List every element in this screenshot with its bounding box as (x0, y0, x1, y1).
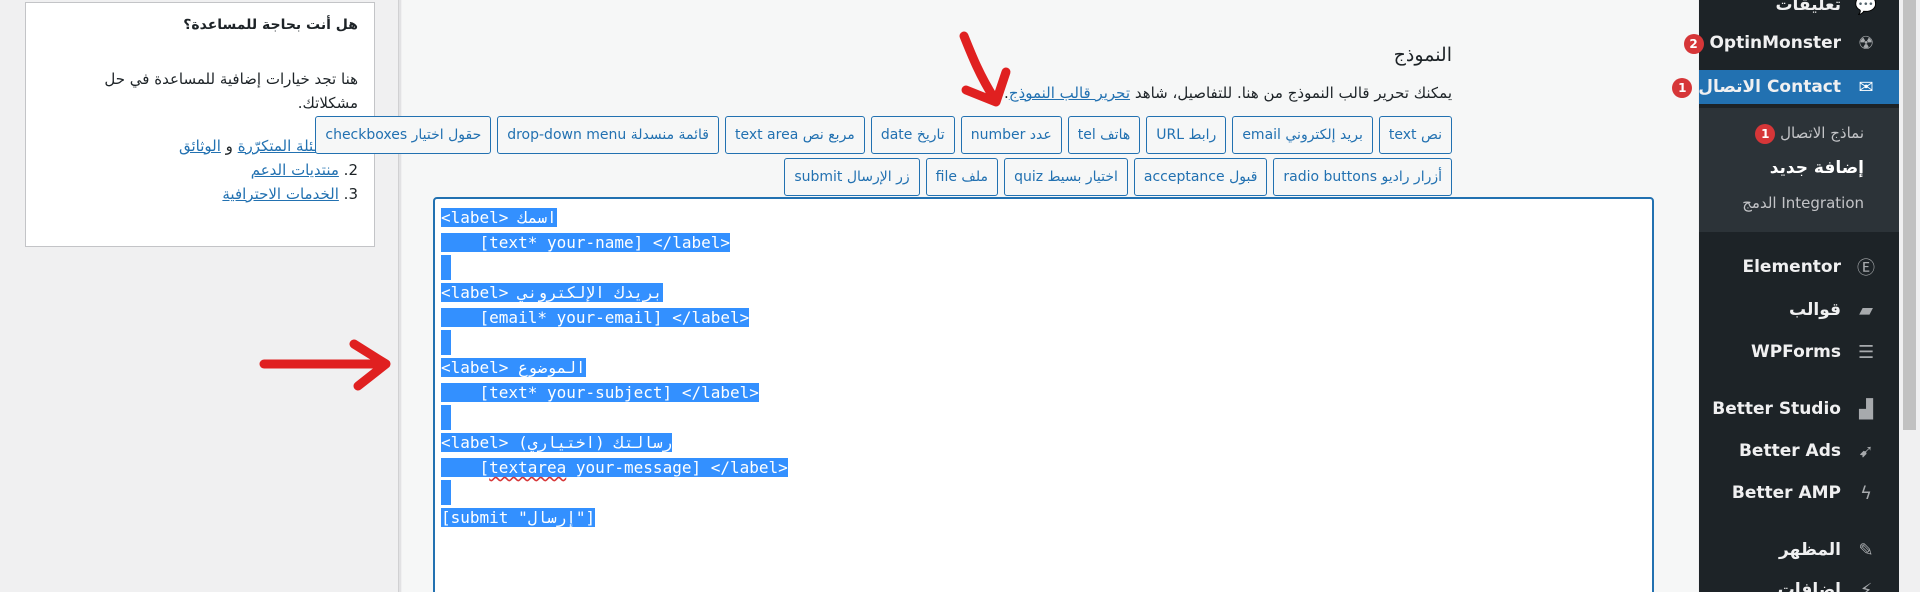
code-line (441, 255, 1646, 280)
notification-badge: 1 (1672, 77, 1693, 98)
list-item: 1. الأسئلة المتكرّرة و الوثائق (42, 137, 358, 155)
monster-icon: ☢ (1857, 32, 1875, 54)
code-line: <label> بريدك الإلكتروني (441, 283, 663, 302)
sidebar-item-wpforms[interactable]: ☰ WPForms (1699, 335, 1899, 369)
tag-number-button[interactable]: عدد number (960, 116, 1062, 154)
chart-icon: ▟ (1859, 398, 1873, 420)
help-text: هنا تجد خيارات إضافية للمساعدة في حل مشك… (104, 70, 358, 112)
code-line: <label> الموضوع (441, 358, 586, 377)
form-editor-panel: النموذج يمكنك تحرير قالب النموذج من هنا.… (315, 0, 1698, 592)
tag-dropdown-button[interactable]: قائمة منسدلة drop-down menu (497, 116, 719, 154)
code-line: [submit "إرسال"] (441, 508, 596, 527)
tag-submit-button[interactable]: زر الإرسال submit (784, 158, 920, 196)
tag-radio-button[interactable]: أزرار راديو radio buttons (1273, 158, 1452, 196)
sidebar-item-comments[interactable]: 💬 تعليقات (1699, 0, 1899, 22)
list-number: 3. (343, 185, 358, 203)
tag-quiz-button[interactable]: اختيار بسيط quiz (1004, 158, 1128, 196)
sidebar-item-better-amp[interactable]: ϟ Better AMP (1699, 476, 1899, 510)
arrow-down-annotation (959, 31, 1011, 107)
code-line: [email* your-email] </label> (441, 308, 750, 327)
code-line: [text* your-subject] </label> (441, 383, 759, 402)
code-line: [text* your-name] </label> (441, 233, 730, 252)
sidebar-item-appearance[interactable]: ✎ المظهر (1699, 533, 1899, 567)
sidebar-item-elementor[interactable]: Ⓔ Elementor (1699, 250, 1899, 284)
tag-date-button[interactable]: تاريخ date (870, 116, 955, 154)
tag-text-button[interactable]: نص text (1378, 116, 1452, 154)
submenu-item-contact-forms[interactable]: نماذج الاتصال 1 (1747, 124, 1864, 144)
sidebar-item-plugins[interactable]: ⚡ إضافات (1699, 573, 1899, 592)
tag-tel-button[interactable]: هاتف tel (1067, 116, 1141, 154)
list-item: 3. الخدمات الاحترافية (42, 185, 358, 203)
form-template-textarea[interactable]: <label> اسمك [text* your-name] </label> … (433, 197, 1654, 592)
arrow-right-annotation (259, 339, 391, 391)
mail-icon: ✉ (1858, 76, 1874, 98)
folder-icon: ▰ (1859, 299, 1873, 321)
notification-badge: 1 (1755, 124, 1776, 144)
code-line: <label> اسمك (441, 208, 557, 227)
misspelled-word: textarea (489, 458, 567, 477)
help-title: هل أنت بحاجة للمساعدة؟ (183, 17, 358, 33)
bolt-icon: ϟ (1860, 482, 1872, 504)
sidebar-item-templates[interactable]: ▰ قوالب (1699, 293, 1899, 327)
edit-template-link[interactable]: تحرير قالب النموذج (1009, 84, 1130, 102)
tag-email-button[interactable]: بريد إلكتروني email (1232, 116, 1373, 154)
sidebar-item-contact[interactable]: ✉ Contact الاتصال 1 (1672, 70, 1899, 104)
tag-generator-row-2: أزرار راديو radio buttons قبول acceptanc… (784, 158, 1452, 196)
plugin-icon: ⚡ (1859, 579, 1873, 592)
code-line (441, 480, 1646, 505)
brush-icon: ✎ (1858, 539, 1874, 561)
code-line: [textarea your-message] </label> (441, 458, 788, 477)
description-text: يمكنك تحرير قالب النموذج من هنا. للتفاصي… (1130, 84, 1452, 102)
sidebar-item-better-ads[interactable]: ➹ Better Ads (1699, 434, 1899, 468)
code-line (441, 330, 1646, 355)
contact-submenu: نماذج الاتصال 1 إضافة جديد Integration ا… (1699, 108, 1899, 232)
tag-file-button[interactable]: ملف file (925, 158, 999, 196)
sidebar-item-better-studio[interactable]: ▟ Better Studio (1699, 392, 1899, 426)
form-section-description: يمكنك تحرير قالب النموذج من هنا. للتفاصي… (1004, 84, 1452, 102)
tag-generator-row-1: نص text بريد إلكتروني email رابط URL هات… (315, 116, 1452, 154)
code-line: <label> رسالتك (اختياري) (441, 433, 673, 452)
sidebar-item-label: OptinMonster (1709, 32, 1841, 53)
comment-icon: 💬 (1854, 0, 1878, 16)
submenu-item-integration[interactable]: Integration الدمج (1742, 194, 1864, 212)
elementor-icon: Ⓔ (1857, 258, 1875, 279)
tag-textarea-button[interactable]: مربع نص text area (724, 116, 865, 154)
sidebar-item-optinmonster[interactable]: ☢ OptinMonster 2 (1683, 26, 1899, 60)
pin-icon: ➹ (1858, 440, 1874, 462)
sidebar-item-label: Contact الاتصال (1698, 76, 1841, 97)
scrollbar-thumb[interactable] (1903, 0, 1916, 430)
tag-checkboxes-button[interactable]: حقول اختيار checkboxes (315, 116, 492, 154)
help-list: 1. الأسئلة المتكرّرة و الوثائق 2. منتديا… (42, 137, 358, 203)
notification-badge: 2 (1683, 33, 1704, 54)
submenu-item-add-new[interactable]: إضافة جديد (1770, 158, 1864, 178)
list-joiner: و (220, 137, 238, 155)
support-forums-link[interactable]: منتديات الدعم (251, 161, 339, 179)
forms-icon: ☰ (1857, 341, 1875, 363)
list-number: 2. (343, 161, 358, 179)
form-section-title: النموذج (1393, 44, 1452, 66)
tag-url-button[interactable]: رابط URL (1146, 116, 1227, 154)
admin-sidebar: 💬 تعليقات ☢ OptinMonster 2 ✉ Contact الا… (1672, 0, 1899, 592)
docs-link[interactable]: الوثائق (179, 137, 221, 155)
tag-acceptance-button[interactable]: قبول acceptance (1133, 158, 1268, 196)
list-item: 2. منتديات الدعم (42, 161, 358, 179)
panel-divider (398, 0, 401, 592)
pro-services-link[interactable]: الخدمات الاحترافية (222, 185, 339, 203)
code-line (441, 405, 1646, 430)
